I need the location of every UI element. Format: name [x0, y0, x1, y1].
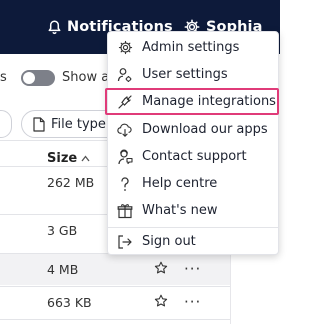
support-icon: [117, 149, 133, 165]
plug-icon: [117, 94, 133, 110]
menu-item-whats-new[interactable]: What's new: [108, 197, 278, 224]
menu-item-label: What's new: [142, 203, 218, 218]
gear-icon: [117, 40, 133, 56]
file-size: 262 MB: [47, 175, 95, 190]
question-icon: [117, 176, 133, 192]
menu-item-label: Admin settings: [142, 40, 240, 55]
show-toggle[interactable]: [21, 70, 55, 86]
menu-item-manage-integrations[interactable]: Manage integrations: [105, 88, 279, 115]
menu-item-label: Manage integrations: [142, 94, 276, 109]
menu-item-label: User settings: [142, 67, 228, 82]
table-row-divider: [0, 319, 230, 325]
menu-item-user-settings[interactable]: User settings: [108, 61, 278, 88]
table-row[interactable]: 4 MB ···: [0, 253, 230, 285]
menu-item-label: Contact support: [142, 149, 247, 164]
size-column-header[interactable]: Size: [47, 151, 90, 166]
menu-item-label: Download our apps: [142, 122, 268, 137]
menu-item-help-centre[interactable]: Help centre: [108, 170, 278, 197]
menu-item-sign-out[interactable]: Sign out: [108, 228, 278, 255]
sign-out-icon: [117, 234, 133, 250]
file-size: 3 GB: [47, 223, 78, 238]
file-icon: [33, 116, 45, 132]
show-toggle-label: Show a: [62, 70, 110, 85]
star-icon[interactable]: [154, 294, 168, 311]
file-type-label: File type: [51, 116, 106, 132]
more-options-icon[interactable]: ···: [184, 260, 201, 278]
menu-item-download-apps[interactable]: Download our apps: [108, 116, 278, 143]
more-options-icon[interactable]: ···: [184, 293, 201, 311]
user-gear-icon: [117, 67, 133, 83]
menu-item-label: Help centre: [142, 176, 218, 191]
menu-item-admin-settings[interactable]: Admin settings: [108, 34, 278, 61]
toolbar-truncated-text: s: [0, 70, 7, 85]
cloud-download-icon: [117, 122, 133, 138]
user-dropdown-menu: Admin settings User settings Manage inte…: [105, 31, 279, 255]
file-size: 4 MB: [47, 262, 79, 277]
bell-icon: [48, 19, 61, 34]
menu-item-contact-support[interactable]: Contact support: [108, 143, 278, 170]
sort-ascending-icon: [81, 155, 90, 162]
menu-item-label: Sign out: [142, 234, 196, 249]
gift-icon: [117, 203, 133, 219]
filter-chip-partial[interactable]: [0, 110, 12, 138]
size-header-label: Size: [47, 151, 78, 166]
table-row[interactable]: 663 KB ···: [0, 286, 230, 318]
file-size: 663 KB: [47, 295, 92, 310]
star-icon[interactable]: [154, 261, 168, 278]
